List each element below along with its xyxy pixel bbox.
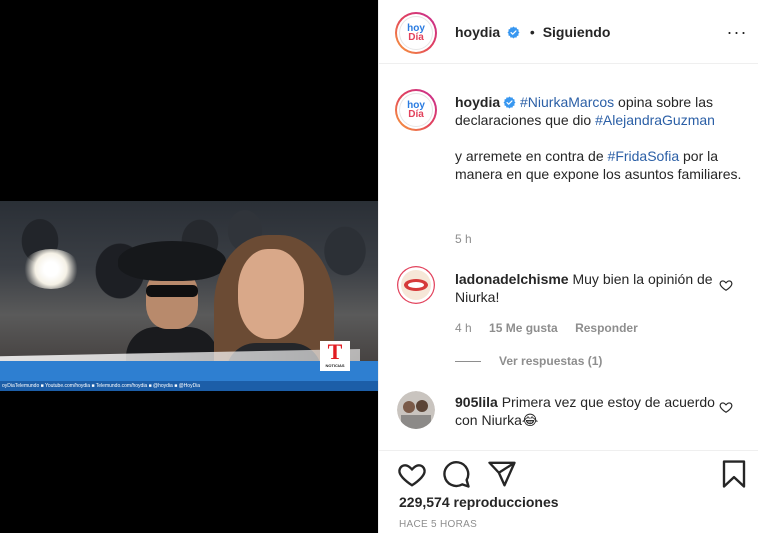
comment-likes[interactable]: 15 Me gusta xyxy=(489,321,558,335)
caption-avatar[interactable]: hoy Día xyxy=(395,89,437,131)
hashtag-link[interactable]: #AlejandraGuzman xyxy=(595,112,715,128)
hashtag-link[interactable]: #FridaSofia xyxy=(608,148,680,164)
following-button[interactable]: Siguiendo xyxy=(543,24,611,40)
caption-username[interactable]: hoydia xyxy=(455,94,500,110)
share-paper-plane-icon[interactable] xyxy=(487,459,517,489)
post-timestamp[interactable]: HACE 5 HORAS xyxy=(399,519,477,530)
comment-username[interactable]: 905lila xyxy=(455,394,498,410)
reply-button[interactable]: Responder xyxy=(575,321,638,335)
hashtag-link[interactable]: #NiurkaMarcos xyxy=(520,94,614,110)
post-panel: hoy Día hoydia • Siguiendo ··· hoy Día h… xyxy=(378,0,758,533)
view-count[interactable]: 229,574 reproducciones xyxy=(399,494,559,510)
header-user: hoydia • Siguiendo xyxy=(455,24,611,40)
comment-time[interactable]: 4 h xyxy=(455,321,472,335)
telemundo-logo: T NOTICIAS xyxy=(320,341,350,371)
post-actions: 229,574 reproducciones HACE 5 HORAS xyxy=(379,450,758,533)
comment-bubble-icon[interactable] xyxy=(441,459,471,489)
save-bookmark-icon[interactable] xyxy=(719,459,749,489)
camera-light xyxy=(22,249,80,289)
laughing-emoji: 😂 xyxy=(521,412,539,428)
verified-badge-icon xyxy=(507,26,520,39)
profile-avatar[interactable]: hoy Día xyxy=(395,12,437,54)
comment-text: ladonadelchisme Muy bien la opinión de N… xyxy=(455,271,713,305)
video-player[interactable]: T NOTICIAS oyDiaTelemundo ■ Youtube.com/… xyxy=(0,201,378,391)
like-heart-icon[interactable] xyxy=(397,459,427,489)
commenter-avatar[interactable] xyxy=(397,391,435,429)
comment-username[interactable]: ladonadelchisme xyxy=(455,271,569,287)
post-header: hoy Día hoydia • Siguiendo ··· xyxy=(379,0,758,64)
caption-time[interactable]: 5 h xyxy=(455,232,472,246)
comment-text: 905lila Primera vez que estoy de acuerdo… xyxy=(455,394,715,428)
like-comment-heart-icon[interactable] xyxy=(719,278,733,292)
verified-badge-icon xyxy=(503,96,516,109)
comment-meta: 4 h 15 Me gusta Responder xyxy=(455,321,652,335)
comments-section[interactable]: hoy Día hoydia #NiurkaMarcos opina sobre… xyxy=(379,64,758,450)
view-replies-button[interactable]: Ver respuestas (1) xyxy=(455,354,602,368)
username-link[interactable]: hoydia xyxy=(455,24,500,40)
like-comment-heart-icon[interactable] xyxy=(719,400,733,414)
post-caption: hoydia #NiurkaMarcos opina sobre las dec… xyxy=(455,94,742,182)
post-media[interactable]: T NOTICIAS oyDiaTelemundo ■ Youtube.com/… xyxy=(0,0,378,533)
more-options-icon[interactable]: ··· xyxy=(725,22,749,42)
replies-divider xyxy=(455,361,481,363)
news-ticker: oyDiaTelemundo ■ Youtube.com/hoydia ■ Te… xyxy=(0,381,378,391)
commenter-avatar[interactable] xyxy=(397,266,435,304)
